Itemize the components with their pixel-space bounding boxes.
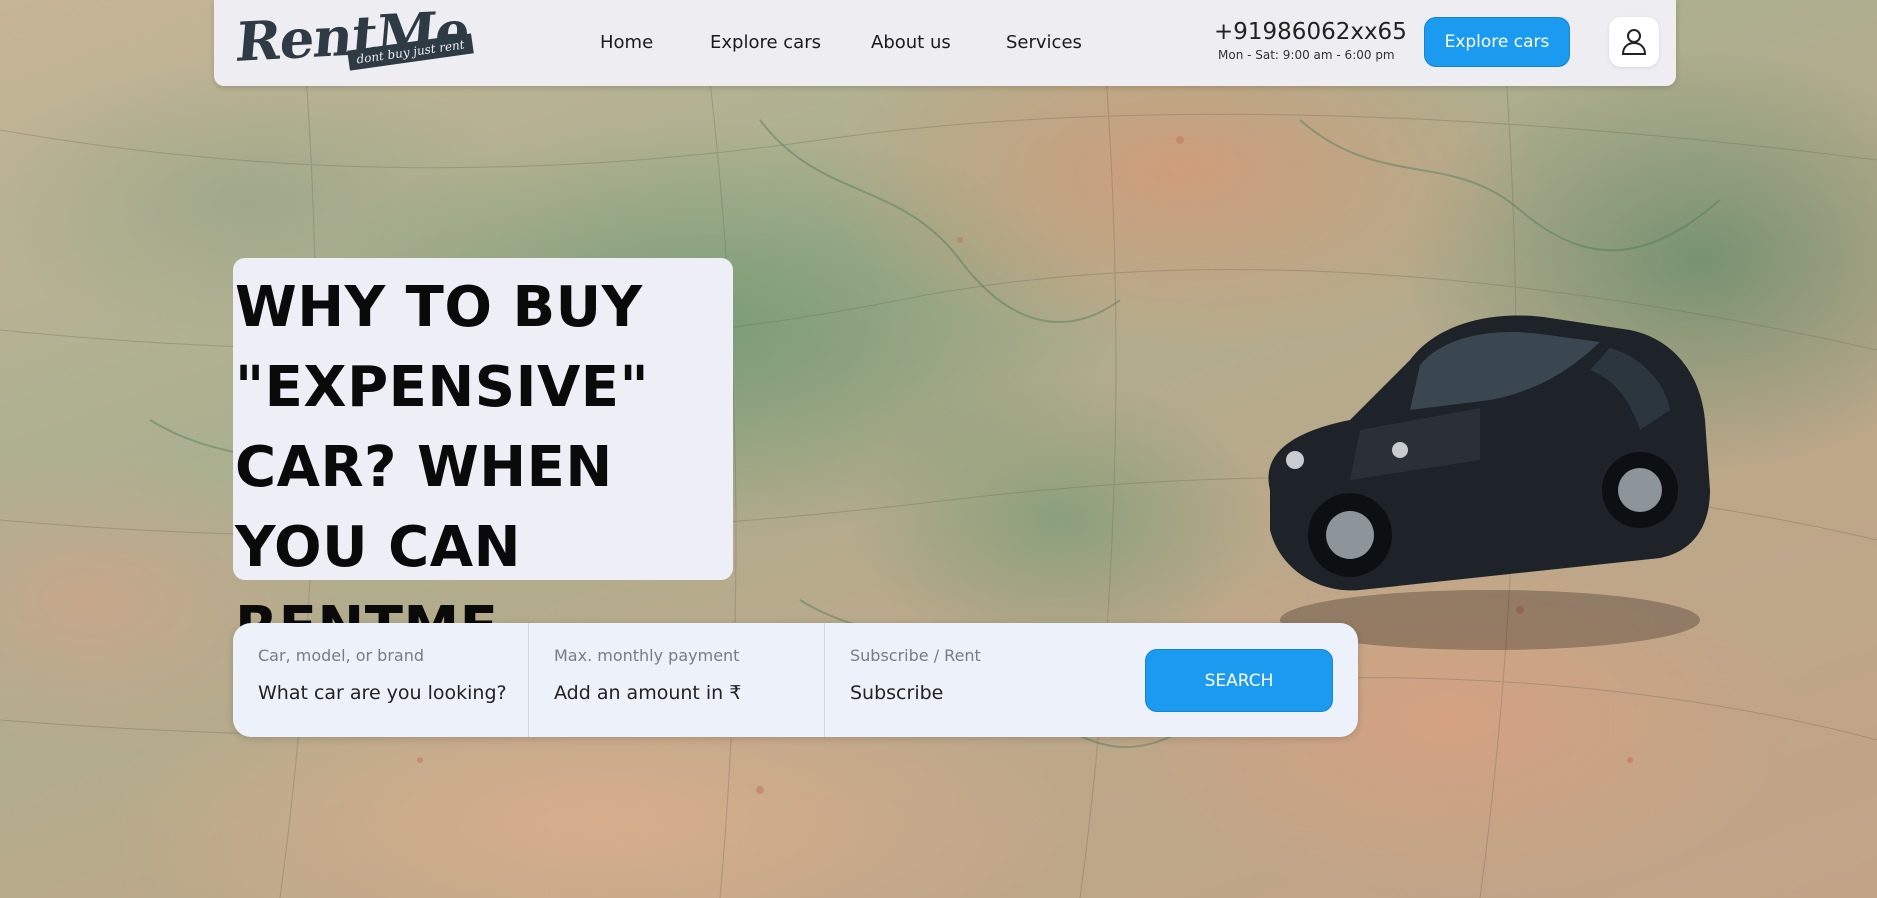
contact-phone[interactable]: +91986062xx65	[1214, 19, 1407, 45]
max-payment-input[interactable]	[554, 678, 804, 708]
subscribe-rent-select[interactable]	[850, 678, 1100, 708]
car-search-bar: Car, model, or brand Max. monthly paymen…	[233, 623, 1358, 737]
rentme-logo[interactable]: RentMe dont buy just rent	[233, 0, 476, 78]
subscribe-rent-label: Subscribe / Rent	[850, 646, 981, 665]
car-model-input[interactable]	[258, 678, 508, 708]
top-navbar: RentMe dont buy just rent Home Explore c…	[214, 0, 1676, 86]
business-hours: Mon - Sat: 9:00 am - 6:00 pm	[1218, 48, 1395, 62]
max-payment-label: Max. monthly payment	[554, 646, 740, 665]
nav-link-home[interactable]: Home	[600, 32, 653, 53]
hero-headline-box: WHY TO BUY "EXPENSIVE" CAR? WHEN YOU CAN…	[233, 258, 733, 660]
nav-link-about-us[interactable]: About us	[871, 32, 951, 53]
max-payment-field: Max. monthly payment	[529, 623, 825, 737]
search-button[interactable]: SEARCH	[1145, 649, 1333, 712]
user-icon	[1621, 29, 1647, 55]
subscribe-rent-field: Subscribe / Rent	[825, 623, 1125, 737]
toy-car-image	[1268, 315, 1710, 650]
hero-headline: WHY TO BUY "EXPENSIVE" CAR? WHEN YOU CAN…	[235, 275, 650, 660]
car-model-label: Car, model, or brand	[258, 646, 425, 665]
nav-link-services[interactable]: Services	[1006, 32, 1082, 53]
explore-cars-button[interactable]: Explore cars	[1424, 17, 1570, 67]
car-model-field: Car, model, or brand	[233, 623, 529, 737]
user-account-button[interactable]	[1609, 17, 1659, 67]
nav-link-explore-cars[interactable]: Explore cars	[710, 32, 821, 53]
